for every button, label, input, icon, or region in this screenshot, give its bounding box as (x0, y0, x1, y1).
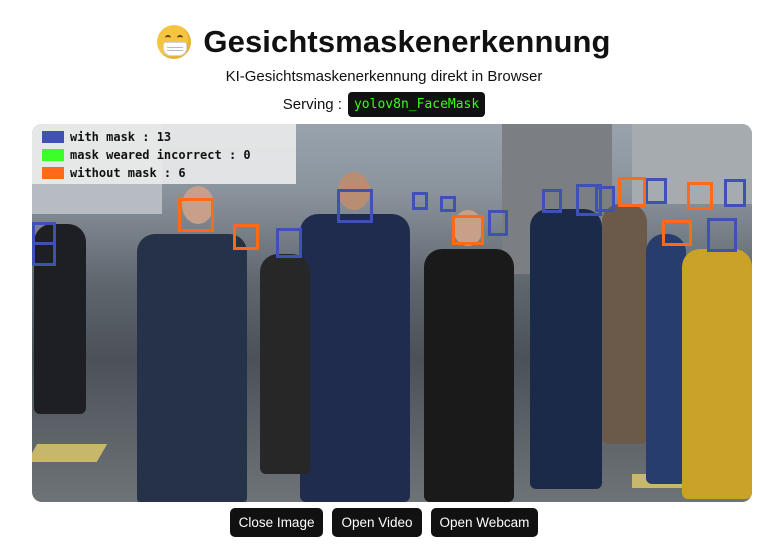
detection-canvas: with mask : 13 mask weared incorrect : 0… (32, 124, 752, 502)
pedestrian (646, 234, 686, 484)
pedestrian (260, 254, 310, 474)
detection-box-without-mask (178, 198, 214, 232)
model-name-badge: yolov8n_FaceMask (347, 92, 486, 117)
detection-box-with-mask (724, 179, 746, 207)
open-webcam-button[interactable]: Open Webcam (430, 508, 539, 537)
detection-box-with-mask (645, 178, 667, 204)
serving-label: Serving : (282, 96, 342, 113)
serving-info: Serving : yolov8n_FaceMask (0, 92, 768, 117)
legend-label: with mask : 13 (70, 130, 172, 144)
pedestrian (530, 209, 602, 489)
page-subtitle: KI-Gesichtsmaskenerkennung direkt in Bro… (225, 68, 543, 85)
legend-label: mask weared incorrect : 0 (70, 148, 251, 162)
pedestrian (137, 234, 247, 502)
detection-box-with-mask (440, 196, 456, 212)
detection-legend: with mask : 13 mask weared incorrect : 0… (32, 124, 296, 184)
open-video-button[interactable]: Open Video (332, 508, 422, 537)
action-buttons: Close Image Open Video Open Webcam (0, 508, 768, 537)
detection-box-without-mask (687, 182, 713, 210)
road-marking (32, 444, 108, 462)
legend-label: without mask : 6 (70, 166, 186, 180)
detection-box-with-mask (595, 186, 615, 212)
detection-box-with-mask (412, 192, 428, 210)
detection-box-with-mask (707, 218, 737, 252)
detection-box-with-mask (488, 210, 508, 236)
page-title: Gesichtsmaskenerkennung (203, 24, 611, 59)
legend-item-with-mask: with mask : 13 (42, 130, 171, 144)
legend-item-without-mask: without mask : 6 (42, 166, 186, 180)
pedestrian (424, 249, 514, 502)
detection-box-with-mask (32, 242, 56, 266)
detection-box-without-mask (662, 220, 692, 246)
detection-box-with-mask (276, 228, 302, 258)
legend-item-incorrect-mask: mask weared incorrect : 0 (42, 148, 251, 162)
pedestrian (300, 214, 410, 502)
legend-swatch (42, 149, 64, 161)
legend-swatch (42, 167, 64, 179)
detection-box-with-mask (542, 189, 562, 213)
legend-swatch (42, 131, 64, 143)
close-image-button[interactable]: Close Image (229, 508, 324, 537)
detection-box-without-mask (618, 177, 646, 207)
pedestrian (602, 204, 647, 444)
face-with-medical-mask-icon (157, 25, 192, 59)
pedestrian (682, 249, 752, 499)
detection-box-without-mask (233, 224, 259, 250)
page-header: Gesichtsmaskenerkennung (0, 22, 768, 62)
detection-box-with-mask (337, 189, 373, 223)
detection-box-without-mask (452, 215, 484, 245)
